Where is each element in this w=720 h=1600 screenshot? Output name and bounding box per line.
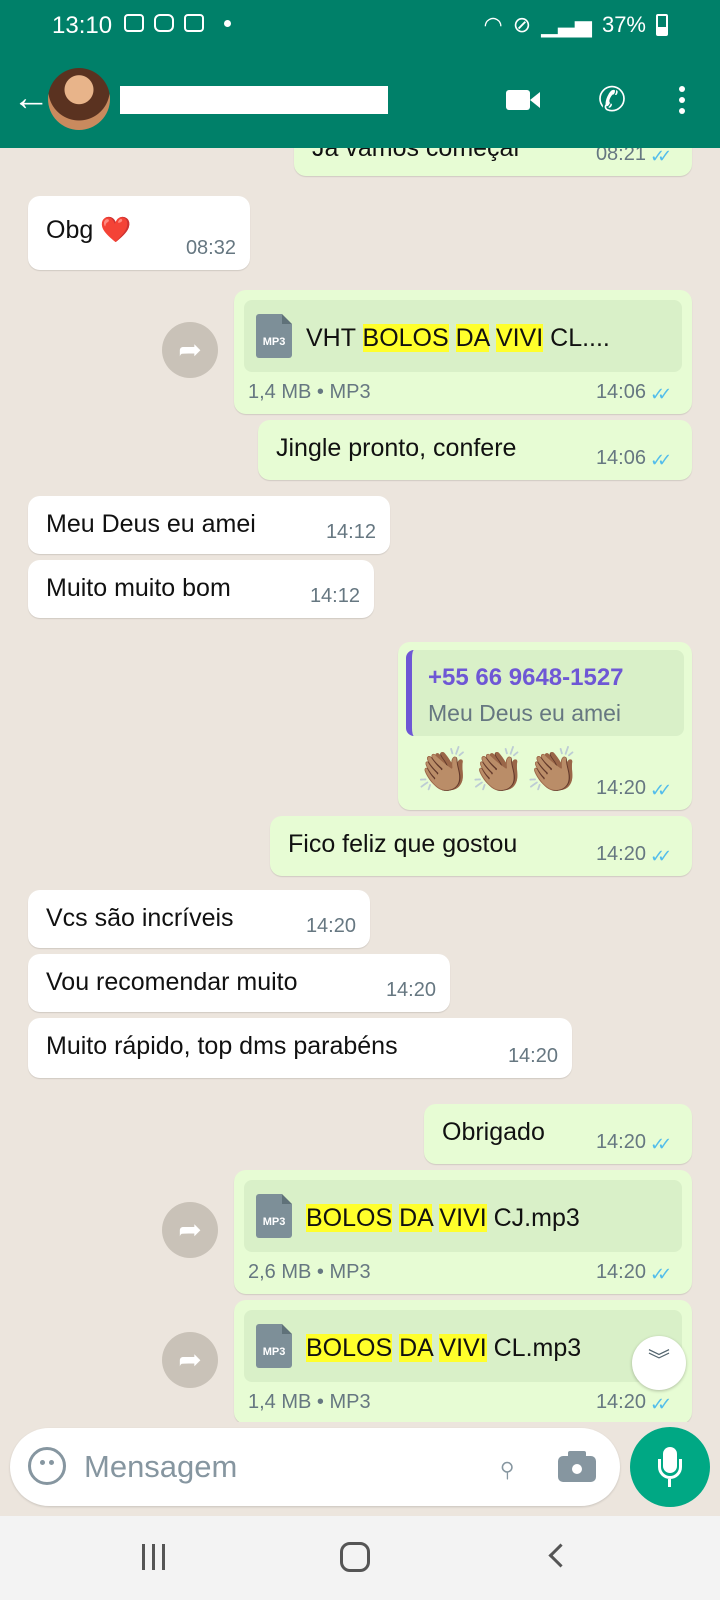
message-incoming[interactable]: Meu Deus eu amei 14:12 [28,496,390,554]
paperclip-icon[interactable]: ⌕ [472,1432,540,1500]
message-time: 14:20 [595,843,646,865]
forward-icon[interactable]: ➦ [162,322,218,378]
message-time: 14:12 [325,521,376,543]
read-receipt-icon: ✓✓ [650,384,672,404]
document-meta: 1,4 MB • MP3 [248,381,371,403]
emoji-icon[interactable] [28,1447,66,1485]
contact-avatar[interactable] [48,68,110,130]
dnd-icon: ⊘ [512,12,532,37]
message-incoming[interactable]: Vou recomendar muito 14:20 [28,954,450,1012]
message-text: Já vamos começar [312,148,522,162]
notification-icons [124,14,231,32]
quoted-sender: +55 66 9648-1527 [428,664,624,691]
message-text: Vcs são incríveis [46,904,234,932]
camera-icon[interactable] [556,1448,598,1484]
message-outgoing[interactable]: Fico feliz que gostou 14:20 ✓✓ [270,816,692,876]
message-outgoing[interactable]: Obrigado 14:20 ✓✓ [424,1104,692,1164]
file-icon: MP3 [256,1324,292,1368]
wifi-icon: ◠ [483,12,503,37]
forward-icon[interactable]: ➦ [162,1202,218,1258]
document-meta: 2,6 MB • MP3 [248,1261,371,1283]
forward-icon[interactable]: ➦ [162,1332,218,1388]
message-outgoing[interactable]: Já vamos começar 08:21 ✓✓ [294,148,692,176]
message-incoming[interactable]: Muito muito bom 14:12 [28,560,374,618]
message-reply[interactable]: +55 66 9648-1527 Meu Deus eu amei 👏🏽👏🏽👏🏽… [398,642,692,810]
read-receipt-icon: ✓✓ [650,450,672,470]
message-text: Muito muito bom [46,574,231,602]
message-text: Meu Deus eu amei [46,510,256,538]
back-icon[interactable] [546,1544,566,1570]
document-name: BOLOS DA VIVI CL.mp3 [306,1334,582,1362]
message-time: 14:20 [507,1045,558,1067]
message-text: Jingle pronto, confere [276,434,517,462]
recent-apps-icon[interactable] [140,1544,170,1572]
double-chevron-down-icon[interactable]: ︾ [632,1336,686,1390]
message-outgoing[interactable]: Jingle pronto, confere 14:06 ✓✓ [258,420,692,480]
status-bar: 13:10 ◠ ⊘ ▁▃▅ 37% [0,0,720,52]
message-time: 14:20 [305,915,356,937]
message-incoming[interactable]: Obg ❤️ 08:32 [28,196,250,270]
read-receipt-icon: ✓✓ [650,1134,672,1154]
microphone-icon[interactable] [630,1427,710,1507]
home-icon[interactable] [340,1542,370,1572]
message-time: 08:32 [185,237,236,259]
file-icon: MP3 [256,1194,292,1238]
instagram-icon [154,14,174,32]
battery-icon [656,14,668,36]
message-time: 14:06 [595,381,646,403]
message-time: 08:21 [595,148,646,165]
signal-icon: ▁▃▅ [541,12,592,37]
message-document[interactable]: MP3 VHT BOLOS DA VIVI CL.... 1,4 MB • MP… [234,290,692,414]
message-time: 14:20 [595,1391,646,1413]
status-time: 13:10 [52,12,113,39]
message-time: 14:20 [385,979,436,1001]
chat-header: ← ✆ [0,52,720,148]
message-text: Vou recomendar muito [46,968,298,996]
file-icon: MP3 [256,314,292,358]
document-preview[interactable]: MP3 BOLOS DA VIVI CJ.mp3 [244,1180,682,1252]
system-indicators: ◠ ⊘ ▁▃▅ 37% [484,12,668,38]
read-receipt-icon: ✓✓ [650,1394,672,1414]
message-text: Obrigado [442,1118,545,1146]
battery-percent: 37% [601,12,646,37]
quoted-text: Meu Deus eu amei [428,700,622,726]
arrow-left-icon[interactable]: ← [12,74,50,122]
message-time: 14:06 [595,447,646,469]
phone-icon[interactable]: ✆ [588,76,636,124]
message-incoming[interactable]: Vcs são incríveis 14:20 [28,890,370,948]
message-text: Fico feliz que gostou [288,830,518,858]
read-receipt-icon: ✓✓ [650,148,672,166]
read-receipt-icon: ✓✓ [650,1264,672,1284]
read-receipt-icon: ✓✓ [650,846,672,866]
message-text: Muito rápido, top dms parabéns [46,1032,398,1060]
more-vert-icon[interactable] [658,76,706,124]
gallery-icon [124,14,144,32]
document-name: BOLOS DA VIVI CJ.mp3 [306,1204,580,1232]
message-document[interactable]: MP3 BOLOS DA VIVI CL.mp3 1,4 MB • MP3 14… [234,1300,692,1422]
system-nav-bar [0,1516,720,1600]
document-preview[interactable]: MP3 VHT BOLOS DA VIVI CL.... [244,300,682,372]
more-notifications-icon [224,19,231,27]
message-time: 14:20 [595,1131,646,1153]
message-text: Obg ❤️ [46,216,132,244]
quoted-message[interactable]: +55 66 9648-1527 Meu Deus eu amei [406,650,684,736]
document-meta: 1,4 MB • MP3 [248,1391,371,1413]
clap-emoji: 👏🏽👏🏽👏🏽 [416,746,581,795]
message-document[interactable]: MP3 BOLOS DA VIVI CJ.mp3 2,6 MB • MP3 14… [234,1170,692,1294]
message-time: 14:12 [309,585,360,607]
chat-app-icon [184,14,204,32]
message-time: 14:20 [595,1261,646,1283]
message-incoming[interactable]: Muito rápido, top dms parabéns 14:20 [28,1018,572,1078]
message-input[interactable] [84,1444,464,1490]
read-receipt-icon: ✓✓ [650,780,672,800]
video-call-icon[interactable] [500,76,548,124]
document-name: VHT BOLOS DA VIVI CL.... [306,324,610,352]
document-preview[interactable]: MP3 BOLOS DA VIVI CL.mp3 [244,1310,682,1382]
message-composer: ⌕ [10,1428,620,1506]
message-list[interactable]: Já vamos começar 08:21 ✓✓ Obg ❤️ 08:32 ➦… [0,148,720,1422]
contact-name-redacted[interactable] [120,86,388,114]
message-time: 14:20 [595,777,646,799]
